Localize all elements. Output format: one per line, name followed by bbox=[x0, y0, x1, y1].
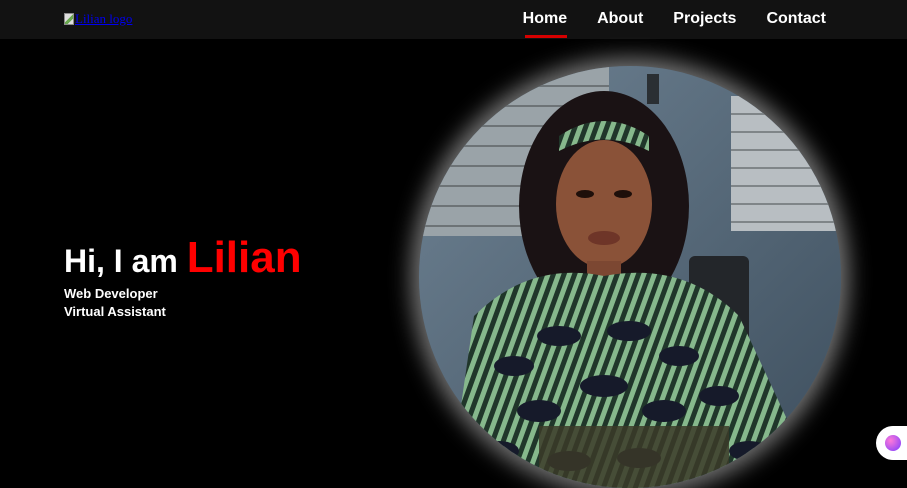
nav-projects[interactable]: Projects bbox=[673, 0, 736, 39]
logo-link[interactable]: Lilian logo bbox=[64, 11, 132, 27]
nav-links: Home About Projects Contact bbox=[493, 0, 826, 39]
nav-contact[interactable]: Contact bbox=[766, 0, 826, 39]
role-web-developer: Web Developer bbox=[64, 286, 158, 301]
nav-about[interactable]: About bbox=[597, 0, 643, 39]
profile-photo-illustration bbox=[419, 66, 841, 488]
logo-alt-text: Lilian logo bbox=[75, 11, 133, 26]
hero-name: Lilian bbox=[186, 233, 302, 282]
hero-greeting: Hi, I am bbox=[64, 243, 178, 279]
role-virtual-assistant: Virtual Assistant bbox=[64, 304, 166, 319]
hero-intro: Hi, I am Lilian Web Developer Virtual As… bbox=[64, 234, 302, 321]
navbar: Lilian logo Home About Projects Contact bbox=[0, 0, 907, 39]
brain-icon[interactable] bbox=[876, 426, 907, 460]
nav-home[interactable]: Home bbox=[523, 0, 568, 39]
hero-headline: Hi, I am Lilian bbox=[64, 234, 302, 285]
broken-image-icon bbox=[64, 13, 74, 25]
profile-photo bbox=[419, 66, 841, 488]
